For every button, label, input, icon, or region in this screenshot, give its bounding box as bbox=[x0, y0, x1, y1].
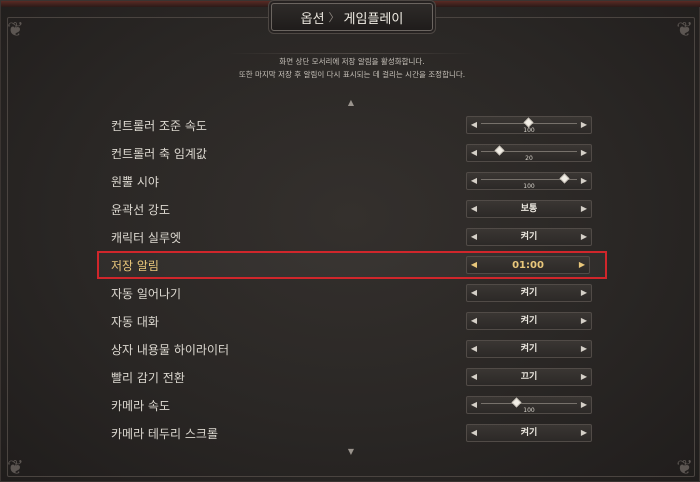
description-line-1: 화면 상단 모서리에 저장 알림을 활성화합니다. bbox=[279, 57, 425, 66]
arrow-left-icon[interactable]: ◀ bbox=[469, 315, 479, 327]
setting-row[interactable]: 자동 대화 ◀ 켜기 ▶ bbox=[97, 307, 607, 335]
arrow-left-icon[interactable]: ◀ bbox=[469, 147, 479, 159]
value-slider[interactable]: ◀ 20 ▶ bbox=[466, 144, 592, 162]
arrow-right-icon[interactable]: ▶ bbox=[579, 371, 589, 383]
options-window: ❦ ❦ ❦ ❦ 옵션 〉 게임플레이 화면 상단 모서리에 저장 알림을 활성화… bbox=[0, 0, 700, 482]
setting-row[interactable]: 윤곽선 강도 ◀ 보통 ▶ bbox=[97, 195, 607, 223]
arrow-right-icon[interactable]: ▶ bbox=[579, 147, 589, 159]
value-slider[interactable]: ◀ 100 ▶ bbox=[466, 396, 592, 414]
setting-row[interactable]: 카메라 테두리 스크롤 ◀ 켜기 ▶ bbox=[97, 419, 607, 447]
setting-label: 자동 대화 bbox=[111, 315, 159, 329]
arrow-right-icon[interactable]: ▶ bbox=[579, 119, 589, 131]
setting-label: 카메라 테두리 스크롤 bbox=[111, 427, 218, 441]
setting-row[interactable]: 자동 일어나기 ◀ 켜기 ▶ bbox=[97, 279, 607, 307]
breadcrumb: 옵션 〉 게임플레이 bbox=[271, 3, 433, 31]
slider-value: 100 bbox=[523, 127, 535, 134]
value-slider[interactable]: ◀ 100 ▶ bbox=[466, 172, 592, 190]
arrow-left-icon[interactable]: ◀ bbox=[469, 343, 479, 355]
setting-value: 켜기 bbox=[520, 316, 538, 326]
arrow-left-icon[interactable]: ◀ bbox=[469, 287, 479, 299]
arrow-left-icon[interactable]: ◀ bbox=[469, 175, 479, 187]
scroll-up-icon[interactable]: ▲ bbox=[346, 98, 356, 107]
arrow-right-icon[interactable]: ▶ bbox=[579, 175, 589, 187]
setting-label: 컨트롤러 축 임계값 bbox=[111, 147, 207, 161]
value-selector[interactable]: ◀ 켜기 ▶ bbox=[466, 284, 592, 302]
breadcrumb-options[interactable]: 옵션 bbox=[301, 8, 325, 27]
value-selector[interactable]: ◀ 끄기 ▶ bbox=[466, 368, 592, 386]
setting-label: 컨트롤러 조준 속도 bbox=[111, 119, 207, 133]
setting-description: 화면 상단 모서리에 저장 알림을 활성화합니다. 또한 마지막 저장 후 알림… bbox=[225, 55, 479, 81]
arrow-left-icon[interactable]: ◀ bbox=[469, 427, 479, 439]
arrow-left-icon[interactable]: ◀ bbox=[469, 259, 479, 271]
corner-ornament-icon: ❦ bbox=[676, 455, 693, 479]
slider-track[interactable] bbox=[481, 397, 577, 408]
setting-row[interactable]: 빨리 감기 전환 ◀ 끄기 ▶ bbox=[97, 363, 607, 391]
arrow-right-icon[interactable]: ▶ bbox=[579, 231, 589, 243]
setting-value: 01:00 bbox=[512, 260, 544, 271]
description-line-2: 또한 마지막 저장 후 알림이 다시 표시되는 데 걸리는 시간을 조정합니다. bbox=[238, 70, 466, 79]
setting-row[interactable]: 캐릭터 실루엣 ◀ 켜기 ▶ bbox=[97, 223, 607, 251]
setting-label: 저장 알림 bbox=[111, 259, 159, 273]
arrow-left-icon[interactable]: ◀ bbox=[469, 231, 479, 243]
arrow-right-icon[interactable]: ▶ bbox=[579, 287, 589, 299]
arrow-left-icon[interactable]: ◀ bbox=[469, 399, 479, 411]
slider-track[interactable] bbox=[481, 117, 577, 128]
value-selector[interactable]: ◀ 보통 ▶ bbox=[466, 200, 592, 218]
arrow-right-icon[interactable]: ▶ bbox=[579, 203, 589, 215]
scroll-down-icon[interactable]: ▼ bbox=[346, 447, 356, 456]
setting-label: 원뿔 시야 bbox=[111, 175, 159, 189]
arrow-right-icon[interactable]: ▶ bbox=[579, 399, 589, 411]
setting-label: 상자 내용물 하이라이터 bbox=[111, 343, 230, 357]
description-divider bbox=[227, 53, 477, 54]
value-selector[interactable]: ◀ 켜기 ▶ bbox=[466, 312, 592, 330]
slider-track[interactable] bbox=[481, 173, 577, 184]
setting-value: 켜기 bbox=[520, 288, 538, 298]
setting-row[interactable]: 컨트롤러 조준 속도 ◀ 100 ▶ bbox=[97, 111, 607, 139]
value-selector[interactable]: ◀ 01:00 ▶ bbox=[466, 256, 590, 274]
value-selector[interactable]: ◀ 켜기 ▶ bbox=[466, 228, 592, 246]
setting-label: 윤곽선 강도 bbox=[111, 203, 171, 217]
setting-label: 빨리 감기 전환 bbox=[111, 371, 185, 385]
arrow-right-icon[interactable]: ▶ bbox=[579, 315, 589, 327]
corner-ornament-icon: ❦ bbox=[7, 17, 24, 41]
value-selector[interactable]: ◀ 켜기 ▶ bbox=[466, 424, 592, 442]
breadcrumb-separator-icon: 〉 bbox=[328, 11, 340, 24]
slider-value: 100 bbox=[523, 407, 535, 414]
slider-value: 100 bbox=[523, 183, 535, 190]
setting-row[interactable]: 원뿔 시야 ◀ 100 ▶ bbox=[97, 167, 607, 195]
slider-track[interactable] bbox=[481, 145, 577, 156]
setting-value: 끄기 bbox=[520, 372, 538, 382]
setting-label: 카메라 속도 bbox=[111, 399, 171, 413]
value-slider[interactable]: ◀ 100 ▶ bbox=[466, 116, 592, 134]
setting-row[interactable]: 상자 내용물 하이라이터 ◀ 켜기 ▶ bbox=[97, 335, 607, 363]
setting-label: 캐릭터 실루엣 bbox=[111, 231, 182, 245]
setting-row[interactable]: 컨트롤러 축 임계값 ◀ 20 ▶ bbox=[97, 139, 607, 167]
setting-row[interactable]: 카메라 속도 ◀ 100 ▶ bbox=[97, 391, 607, 419]
setting-value: 켜기 bbox=[520, 344, 538, 354]
page-title: 게임플레이 bbox=[343, 11, 404, 27]
setting-value: 보통 bbox=[520, 204, 538, 214]
slider-thumb[interactable] bbox=[559, 173, 569, 184]
setting-value: 켜기 bbox=[520, 232, 538, 242]
arrow-left-icon[interactable]: ◀ bbox=[469, 371, 479, 383]
arrow-left-icon[interactable]: ◀ bbox=[469, 203, 479, 215]
setting-value: 켜기 bbox=[520, 428, 538, 438]
arrow-right-icon[interactable]: ▶ bbox=[579, 427, 589, 439]
setting-row[interactable]: 저장 알림 ◀ 01:00 ▶ bbox=[97, 251, 607, 279]
slider-thumb[interactable] bbox=[494, 145, 505, 156]
setting-label: 자동 일어나기 bbox=[111, 287, 182, 301]
arrow-right-icon[interactable]: ▶ bbox=[577, 259, 587, 271]
arrow-right-icon[interactable]: ▶ bbox=[579, 343, 589, 355]
corner-ornament-icon: ❦ bbox=[676, 17, 693, 41]
slider-value: 20 bbox=[525, 155, 533, 162]
slider-thumb[interactable] bbox=[511, 397, 521, 408]
value-selector[interactable]: ◀ 켜기 ▶ bbox=[466, 340, 592, 358]
corner-ornament-icon: ❦ bbox=[7, 455, 24, 479]
slider-thumb[interactable] bbox=[523, 117, 534, 128]
arrow-left-icon[interactable]: ◀ bbox=[469, 119, 479, 131]
